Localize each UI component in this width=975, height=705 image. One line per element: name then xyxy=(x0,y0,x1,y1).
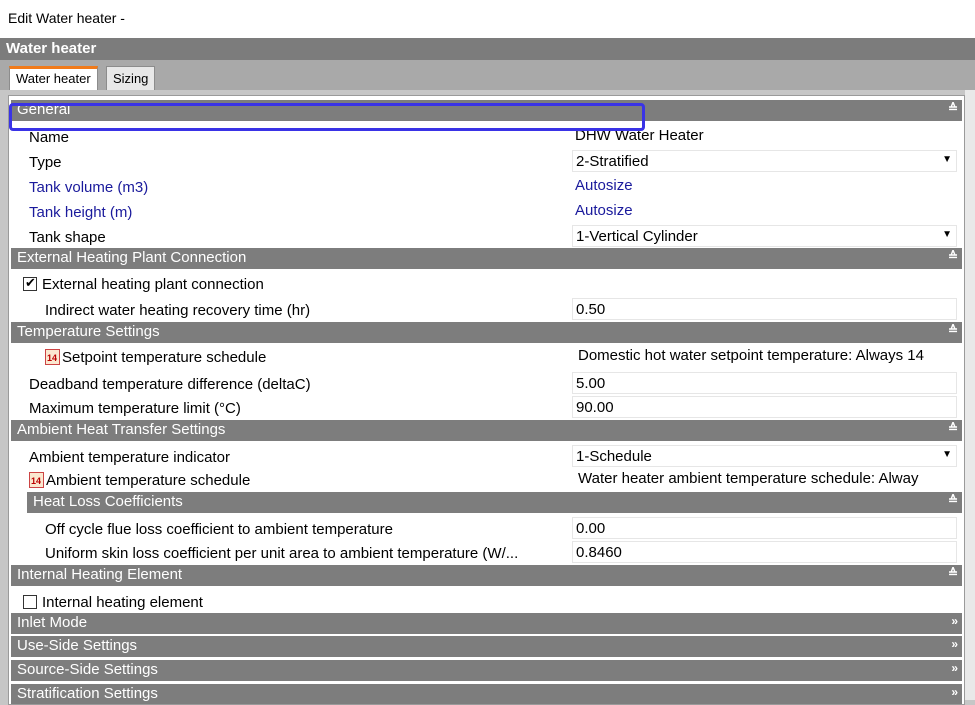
section-source-side[interactable]: Source-Side Settings » xyxy=(11,660,962,681)
section-internal-heating[interactable]: Internal Heating Element ≙ xyxy=(11,565,962,586)
field-label: Indirect water heating recovery time (hr… xyxy=(45,302,311,319)
section-external-heating[interactable]: External Heating Plant Connection ≙ xyxy=(11,248,962,269)
window-titlebar: Edit Water heater - xyxy=(0,0,975,38)
section-temperature[interactable]: Temperature Settings ≙ xyxy=(11,322,962,343)
section-inlet-mode[interactable]: Inlet Mode » xyxy=(11,613,962,634)
tank-volume-field[interactable]: Autosize xyxy=(572,175,957,197)
content-area: General ≙ Name DHW Water Heater Type 2-S… xyxy=(0,90,975,705)
select-value: 1-Vertical Cylinder xyxy=(576,228,698,245)
type-select[interactable]: 2-Stratified ▼ xyxy=(572,150,957,172)
row-ambient-schedule: Ambient temperature schedule Water heate… xyxy=(11,468,962,492)
tab-sizing[interactable]: Sizing xyxy=(106,66,156,90)
field-label: Off cycle flue loss coefficient to ambie… xyxy=(45,521,393,538)
ambient-schedule-field[interactable]: Water heater ambient temperature schedul… xyxy=(572,468,957,490)
tank-shape-select[interactable]: 1-Vertical Cylinder ▼ xyxy=(572,225,957,247)
dropdown-arrow-icon[interactable]: ▼ xyxy=(942,154,952,165)
section-heat-loss[interactable]: Heat Loss Coefficients ≙ xyxy=(27,492,962,513)
field-label: Setpoint temperature schedule xyxy=(45,349,266,366)
off-cycle-field[interactable]: 0.00 xyxy=(572,517,957,539)
section-label: Internal Heating Element xyxy=(17,566,183,583)
chevron-double-up-icon: ≙ xyxy=(947,323,958,337)
vertical-scrollbar[interactable] xyxy=(965,90,975,700)
field-label: Name xyxy=(29,129,70,146)
section-label: Ambient Heat Transfer Settings xyxy=(17,421,226,438)
field-label: Tank volume (m3) xyxy=(29,179,149,196)
section-label: Source-Side Settings xyxy=(17,661,158,678)
chevron-double-up-icon: ≙ xyxy=(947,101,958,115)
row-tank-volume: Tank volume (m3) Autosize xyxy=(11,175,962,199)
highlight-box xyxy=(9,103,645,131)
section-stratification[interactable]: Stratification Settings » xyxy=(11,684,962,704)
recovery-time-field[interactable]: 0.50 xyxy=(572,298,957,320)
section-label: Use-Side Settings xyxy=(17,637,138,654)
section-label: External Heating Plant Connection xyxy=(17,249,247,266)
external-connection-checkbox[interactable]: External heating plant connection xyxy=(23,275,264,293)
tank-height-field[interactable]: Autosize xyxy=(572,200,957,222)
checkbox-label: External heating plant connection xyxy=(42,276,264,293)
panel-title: Water heater xyxy=(6,40,97,57)
checkbox[interactable] xyxy=(23,595,37,609)
window-title: Edit Water heater - xyxy=(8,10,125,26)
ambient-schedule-label: Ambient temperature schedule xyxy=(46,472,251,489)
row-tank-height: Tank height (m) Autosize xyxy=(11,200,962,224)
row-ambient-indicator: Ambient temperature indicator 1-Schedule… xyxy=(11,445,962,469)
row-external-connection: External heating plant connection xyxy=(11,272,962,296)
setpoint-schedule-label: Setpoint temperature schedule xyxy=(62,349,267,366)
deadband-field[interactable]: 5.00 xyxy=(572,372,957,394)
skin-loss-field[interactable]: 0.8460 xyxy=(572,541,957,563)
row-internal-element: Internal heating element xyxy=(11,590,962,614)
field-label: Tank shape xyxy=(29,229,106,246)
property-grid: General ≙ Name DHW Water Heater Type 2-S… xyxy=(8,95,965,705)
chevron-double-right-icon: » xyxy=(951,614,958,628)
field-label: Deadband temperature difference (deltaC) xyxy=(29,376,311,393)
field-label: Uniform skin loss coefficient per unit a… xyxy=(45,545,519,562)
dropdown-arrow-icon[interactable]: ▼ xyxy=(942,449,952,460)
calendar-schedule-icon xyxy=(29,472,44,488)
chevron-double-up-icon: ≙ xyxy=(947,421,958,435)
chevron-double-right-icon: » xyxy=(951,685,958,699)
chevron-double-up-icon: ≙ xyxy=(947,566,958,580)
max-temp-field[interactable]: 90.00 xyxy=(572,396,957,418)
row-recovery-time: Indirect water heating recovery time (hr… xyxy=(11,298,962,322)
checkbox-label: Internal heating element xyxy=(42,594,203,611)
chevron-double-up-icon: ≙ xyxy=(947,493,958,507)
panel-header: Water heater xyxy=(0,38,975,60)
chevron-double-right-icon: » xyxy=(951,637,958,651)
field-label: Type xyxy=(29,154,62,171)
ambient-indicator-select[interactable]: 1-Schedule ▼ xyxy=(572,445,957,467)
field-label: Maximum temperature limit (°C) xyxy=(29,400,241,417)
tab-bar: Water heater Sizing xyxy=(0,60,975,90)
field-label: Tank height (m) xyxy=(29,204,133,221)
section-use-side[interactable]: Use-Side Settings » xyxy=(11,636,962,657)
field-label: Ambient temperature schedule xyxy=(29,472,250,489)
section-label: Heat Loss Coefficients xyxy=(33,493,183,510)
calendar-schedule-icon xyxy=(45,349,60,365)
section-label: Inlet Mode xyxy=(17,614,88,631)
row-tank-shape: Tank shape 1-Vertical Cylinder ▼ xyxy=(11,225,962,249)
select-value: 2-Stratified xyxy=(576,153,649,170)
row-setpoint-schedule: Setpoint temperature schedule Domestic h… xyxy=(11,345,962,369)
row-deadband: Deadband temperature difference (deltaC)… xyxy=(11,372,962,396)
dropdown-arrow-icon[interactable]: ▼ xyxy=(942,229,952,240)
chevron-double-up-icon: ≙ xyxy=(947,249,958,263)
field-label: Ambient temperature indicator xyxy=(29,449,230,466)
setpoint-schedule-field[interactable]: Domestic hot water setpoint temperature:… xyxy=(572,345,957,367)
row-skin-loss: Uniform skin loss coefficient per unit a… xyxy=(11,541,962,565)
row-max-temp: Maximum temperature limit (°C) 90.00 xyxy=(11,396,962,420)
chevron-double-right-icon: » xyxy=(951,661,958,675)
tab-water-heater[interactable]: Water heater xyxy=(9,66,98,90)
internal-element-checkbox[interactable]: Internal heating element xyxy=(23,594,203,611)
section-label: Temperature Settings xyxy=(17,323,160,340)
row-off-cycle: Off cycle flue loss coefficient to ambie… xyxy=(11,517,962,541)
select-value: 1-Schedule xyxy=(576,448,652,465)
section-label: Stratification Settings xyxy=(17,685,158,702)
section-ambient[interactable]: Ambient Heat Transfer Settings ≙ xyxy=(11,420,962,441)
row-type: Type 2-Stratified ▼ xyxy=(11,150,962,174)
checkbox[interactable] xyxy=(23,275,37,291)
